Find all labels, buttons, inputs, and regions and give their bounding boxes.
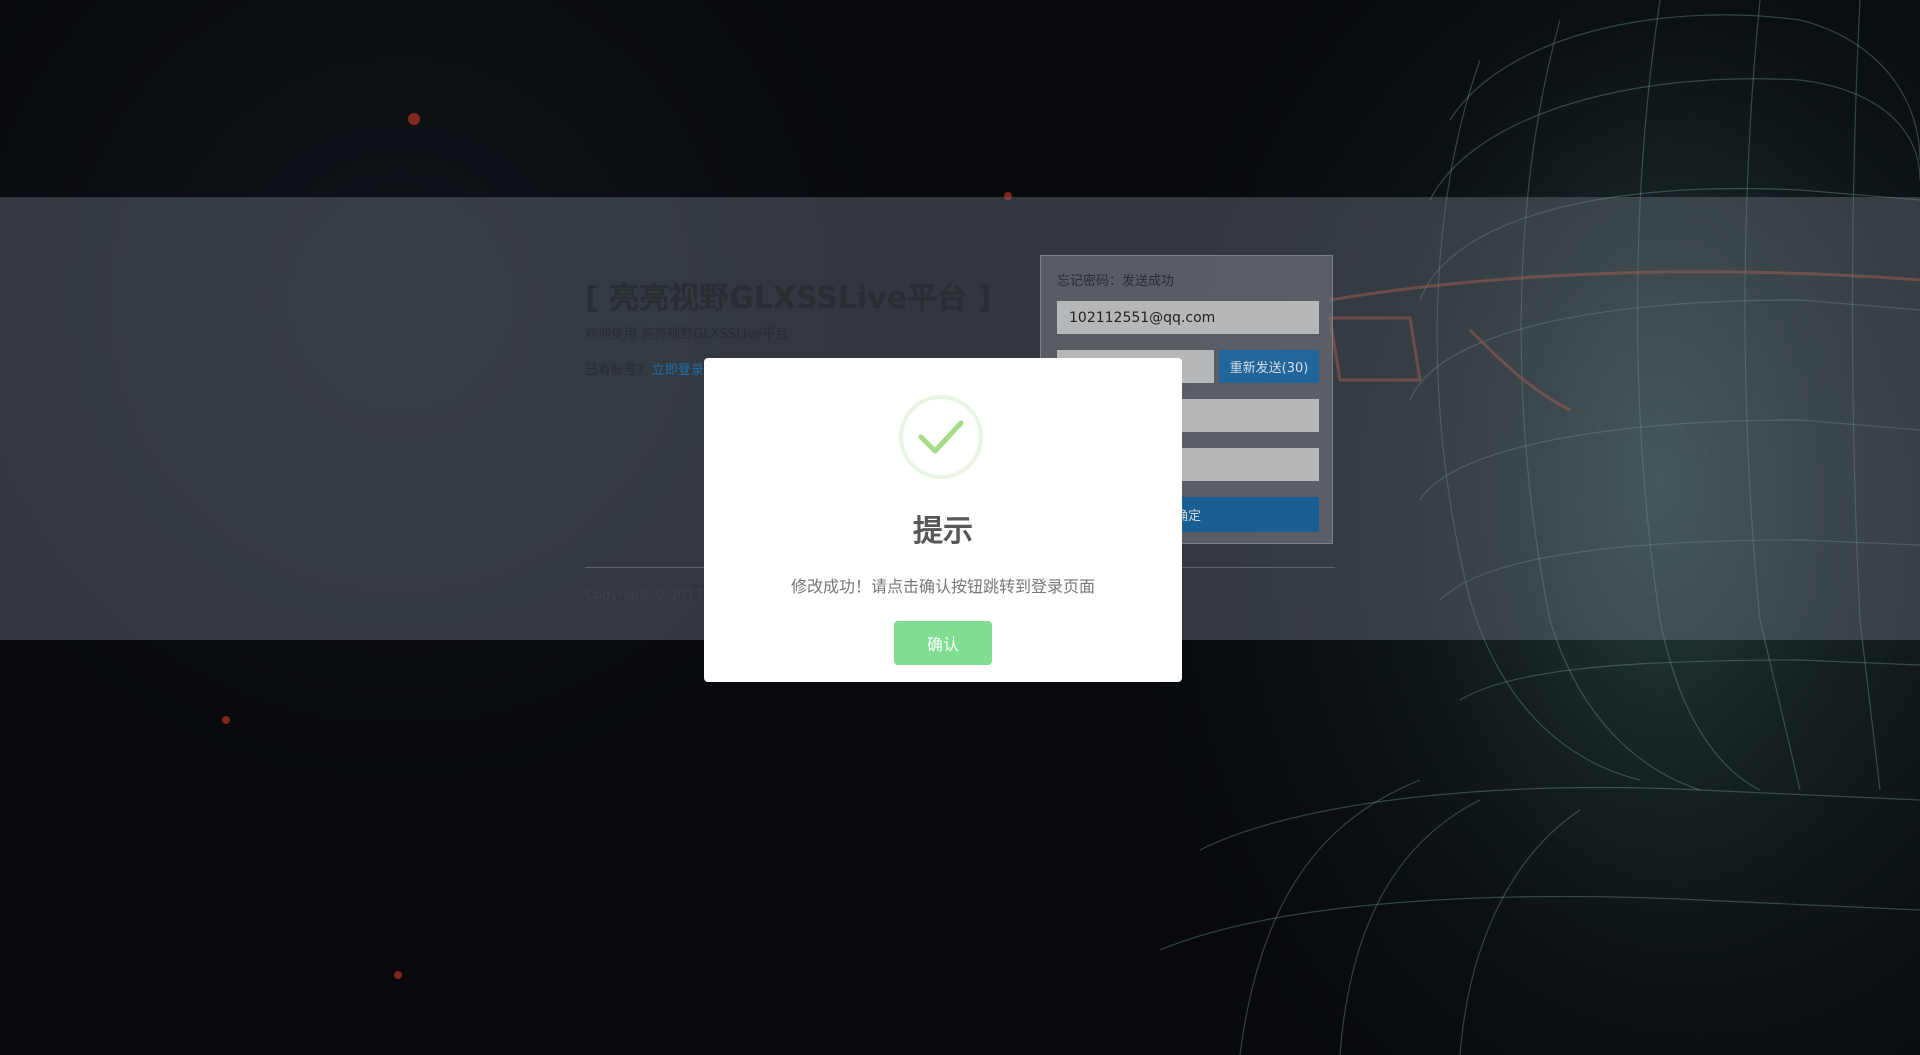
check-icon (918, 420, 964, 454)
dialog-message: 修改成功！请点击确认按钮跳转到登录页面 (790, 577, 1095, 596)
success-dialog: 提示 修改成功！请点击确认按钮跳转到登录页面 确认 (704, 358, 1182, 682)
confirm-button[interactable]: 确认 (894, 621, 992, 665)
success-circle (899, 395, 983, 479)
dialog-title: 提示 (913, 514, 973, 549)
